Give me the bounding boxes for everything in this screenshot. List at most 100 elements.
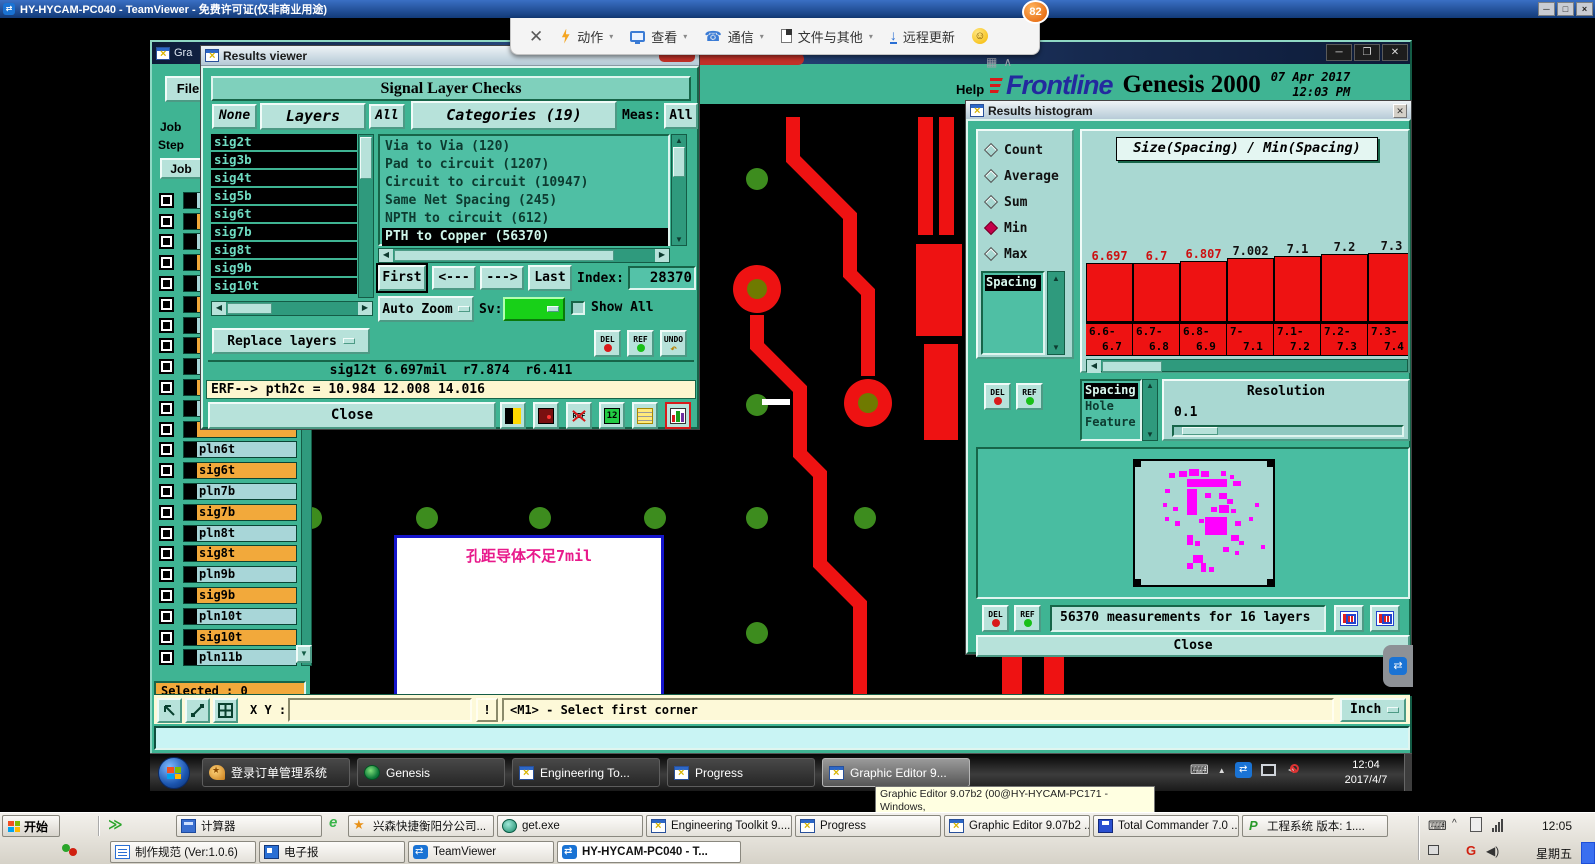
- layer-row[interactable]: sig6t: [154, 460, 300, 481]
- slider-thumb[interactable]: [1182, 427, 1218, 435]
- tray-expand-icon[interactable]: ^: [1452, 818, 1457, 829]
- close-button[interactable]: Close: [976, 635, 1410, 657]
- layer-checkbox[interactable]: [159, 317, 174, 333]
- teamviewer-tray-icon[interactable]: ⇄: [1234, 762, 1252, 778]
- notification-badge[interactable]: 82: [1022, 0, 1049, 24]
- clipboard-tray-icon[interactable]: [1470, 817, 1482, 832]
- layer-checkbox[interactable]: [159, 504, 174, 520]
- rv-layer-item[interactable]: sig6t: [211, 206, 357, 222]
- del-button[interactable]: DEL: [594, 330, 621, 357]
- layer-checkbox[interactable]: [159, 650, 174, 666]
- layer-row[interactable]: sig9b: [154, 585, 300, 606]
- layer-row[interactable]: pln10t: [154, 606, 300, 627]
- rv-category-item[interactable]: Circuit to circuit (10947): [382, 174, 668, 192]
- auto-zoom-dropdown[interactable]: Auto Zoom: [378, 296, 474, 322]
- files-menu[interactable]: 文件与其他 ▾: [780, 27, 873, 46]
- sv-color-dropdown[interactable]: [503, 297, 565, 321]
- taskbar-button[interactable]: Total Commander 7.0 ...: [1093, 815, 1239, 837]
- remote-update-button[interactable]: ↓ 远程更新: [889, 27, 955, 46]
- layer-list-scrollbar[interactable]: [358, 134, 374, 298]
- stat-radio-max[interactable]: Max: [978, 241, 1072, 267]
- layer-checkbox[interactable]: [159, 400, 174, 416]
- type-item[interactable]: Feature: [1084, 415, 1138, 431]
- measure-list-scrollbar[interactable]: ▲ ▼: [1047, 271, 1065, 355]
- layer-checkbox[interactable]: [159, 338, 174, 354]
- taskbar-button[interactable]: 制作规范 (Ver:1.0.6): [110, 841, 256, 863]
- ie-icon[interactable]: [327, 814, 343, 833]
- ime-keyboard-icon[interactable]: ⌨: [1428, 818, 1447, 834]
- layer-checkbox[interactable]: [159, 359, 174, 375]
- histogram-button[interactable]: [665, 402, 691, 429]
- close-icon[interactable]: ✕: [1393, 103, 1407, 118]
- layer-row[interactable]: sig7b: [154, 502, 300, 523]
- grid-tool-button[interactable]: [213, 698, 238, 723]
- show-all-checkbox[interactable]: [571, 301, 585, 315]
- category-list-hscrollbar[interactable]: ◀ ▶: [378, 248, 670, 263]
- ime-keyboard-icon[interactable]: ⌨: [1190, 762, 1209, 778]
- view-menu[interactable]: 查看 ▾: [630, 27, 687, 46]
- minimize-button[interactable]: ─: [1538, 2, 1555, 16]
- show-desktop-button[interactable]: [1581, 842, 1595, 864]
- next-button[interactable]: --->: [480, 266, 524, 290]
- first-button[interactable]: First: [376, 263, 428, 293]
- layer-checkbox[interactable]: [159, 588, 174, 604]
- ref-button[interactable]: REF: [1014, 605, 1041, 632]
- display-tray-icon[interactable]: [1260, 764, 1276, 776]
- rv-layer-item[interactable]: sig8t: [211, 242, 357, 258]
- taskbar-button[interactable]: Graphic Editor 9...: [822, 758, 970, 787]
- host-start-button[interactable]: 开始: [2, 815, 60, 837]
- taskbar-button[interactable]: 工程系统 版本: 1....: [1242, 815, 1388, 837]
- layer-row[interactable]: pln8t: [154, 523, 300, 544]
- all-button[interactable]: All: [369, 104, 405, 129]
- rv-category-item[interactable]: Via to Via (120): [382, 138, 668, 156]
- speaker-tray-icon[interactable]: ◀): [1486, 844, 1499, 858]
- taskbar-button[interactable]: Progress: [795, 815, 941, 837]
- type-item[interactable]: Spacing: [1084, 383, 1138, 399]
- muted-speaker-icon[interactable]: [1285, 762, 1301, 777]
- clear-ref-button[interactable]: REF: [566, 402, 592, 429]
- maximize-button[interactable]: □: [1557, 2, 1574, 16]
- ref-button[interactable]: REF: [1016, 383, 1043, 410]
- red-app-tray-icon[interactable]: G: [1466, 843, 1476, 858]
- layer-checkbox[interactable]: [159, 192, 174, 208]
- type-list-scrollbar[interactable]: ▲ ▼: [1142, 379, 1158, 441]
- scroll-down-icon[interactable]: ▼: [296, 645, 312, 663]
- xy-input[interactable]: [288, 698, 472, 722]
- teamviewer-side-handle[interactable]: ⇄: [1383, 645, 1413, 687]
- rv-layer-item[interactable]: sig3b: [211, 152, 357, 168]
- stat-radio-average[interactable]: Average: [978, 163, 1072, 189]
- taskbar-button[interactable]: Graphic Editor 9.07b2 ...: [944, 815, 1090, 837]
- rv-layer-item[interactable]: sig9b: [211, 260, 357, 276]
- category-list-scrollbar[interactable]: ▲ ▼: [671, 134, 687, 246]
- feedback-smiley-icon[interactable]: ☺: [971, 28, 988, 44]
- measure-tool-button[interactable]: [185, 698, 210, 723]
- layer-checkbox[interactable]: [159, 255, 174, 271]
- minimize-button[interactable]: ─: [1326, 44, 1352, 61]
- remote-clock[interactable]: 12:04 2017/4/7: [1335, 758, 1397, 788]
- layer-checkbox[interactable]: [159, 567, 174, 583]
- layer-list-hscrollbar[interactable]: ◀ ▶: [211, 301, 373, 316]
- communication-menu[interactable]: ☎ 通信 ▾: [704, 27, 763, 46]
- layer-checkbox[interactable]: [159, 463, 174, 479]
- taskbar-button[interactable]: get.exe: [497, 815, 643, 837]
- close-session-icon[interactable]: ✕: [529, 28, 543, 45]
- index-input[interactable]: 28370: [628, 266, 696, 290]
- annotation-box[interactable]: 孔距导体不足7mil: [394, 535, 664, 696]
- layer-checkbox[interactable]: [159, 380, 174, 396]
- layer-row[interactable]: pln9b: [154, 564, 300, 585]
- undo-button[interactable]: UNDO ↶: [660, 330, 687, 357]
- layer-checkbox[interactable]: [159, 546, 174, 562]
- toolbar-collapse-controls[interactable]: ▦ ∧: [986, 55, 1012, 69]
- layer-row[interactable]: sig10t: [154, 627, 300, 648]
- layer-checkbox[interactable]: [159, 276, 174, 292]
- ref-button[interactable]: REF: [627, 330, 654, 357]
- taskbar-button[interactable]: TeamViewer: [408, 841, 554, 863]
- rv-layer-item[interactable]: sig5b: [211, 188, 357, 204]
- layer-checkbox[interactable]: [159, 234, 174, 250]
- restore-button[interactable]: ❐: [1354, 44, 1380, 61]
- close-button[interactable]: Close: [208, 402, 496, 429]
- taskbar-button[interactable]: 电子报: [259, 841, 405, 863]
- results-histogram-titlebar[interactable]: Results histogram ✕: [966, 101, 1411, 121]
- layer-row[interactable]: pln7b: [154, 481, 300, 502]
- units-dropdown[interactable]: Inch: [1340, 698, 1406, 722]
